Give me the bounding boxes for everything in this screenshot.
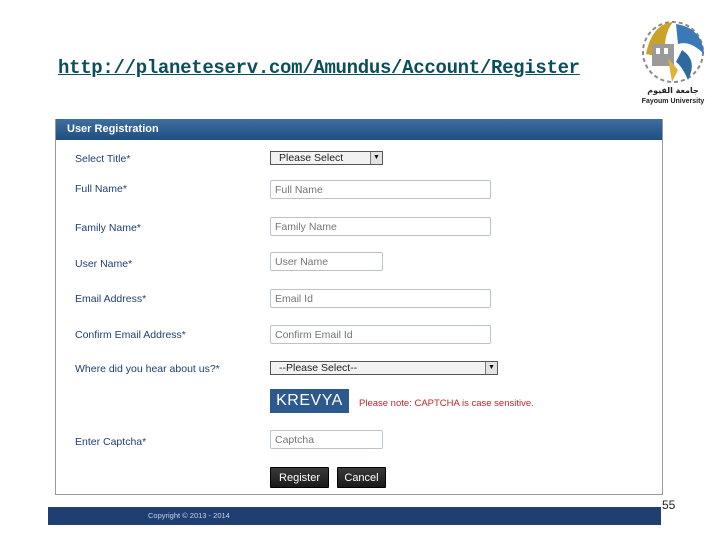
enter-captcha-label: Enter Captcha*: [75, 436, 147, 448]
email-label: Email Address*: [75, 293, 147, 305]
family-name-label: Family Name*: [75, 222, 141, 234]
logo-english-text: Fayoum University: [641, 98, 705, 105]
email-input[interactable]: [270, 289, 491, 308]
full-name-label: Full Name*: [75, 183, 127, 195]
captcha-input[interactable]: [270, 430, 383, 449]
footer-bar: Copyright © 2013 - 2014: [48, 507, 661, 525]
title-select-value: Please Select: [279, 152, 344, 164]
confirm-email-label: Confirm Email Address*: [75, 329, 186, 341]
user-name-input[interactable]: [270, 252, 383, 271]
user-name-label: User Name*: [75, 258, 133, 270]
family-name-input[interactable]: [270, 217, 491, 236]
register-button[interactable]: Register: [270, 467, 329, 488]
hear-about-label: Where did you hear about us?*: [75, 363, 220, 375]
confirm-email-input[interactable]: [270, 325, 491, 344]
full-name-input[interactable]: [270, 180, 491, 199]
captcha-image: KREVYA: [270, 389, 349, 413]
url-title[interactable]: http://planeteserv.com/Amundus/Account/R…: [58, 57, 580, 79]
registration-form: User Registration Select Title* Please S…: [55, 119, 663, 495]
title-select[interactable]: Please Select ▼: [270, 151, 383, 165]
form-header: User Registration: [56, 119, 662, 140]
hear-about-select-value: --Please Select--: [279, 362, 358, 374]
copyright-text: Copyright © 2013 - 2014: [148, 511, 230, 520]
logo-arabic-text: جامعة الفيوم: [647, 86, 699, 95]
page-number: 55: [662, 498, 676, 512]
captcha-note: Please note: CAPTCHA is case sensitive.: [359, 398, 534, 409]
dropdown-arrow-icon[interactable]: ▼: [485, 362, 497, 374]
dropdown-arrow-icon[interactable]: ▼: [370, 152, 382, 164]
cancel-button[interactable]: Cancel: [337, 467, 386, 488]
select-title-label: Select Title*: [75, 153, 131, 165]
hear-about-select[interactable]: --Please Select-- ▼: [270, 361, 498, 375]
